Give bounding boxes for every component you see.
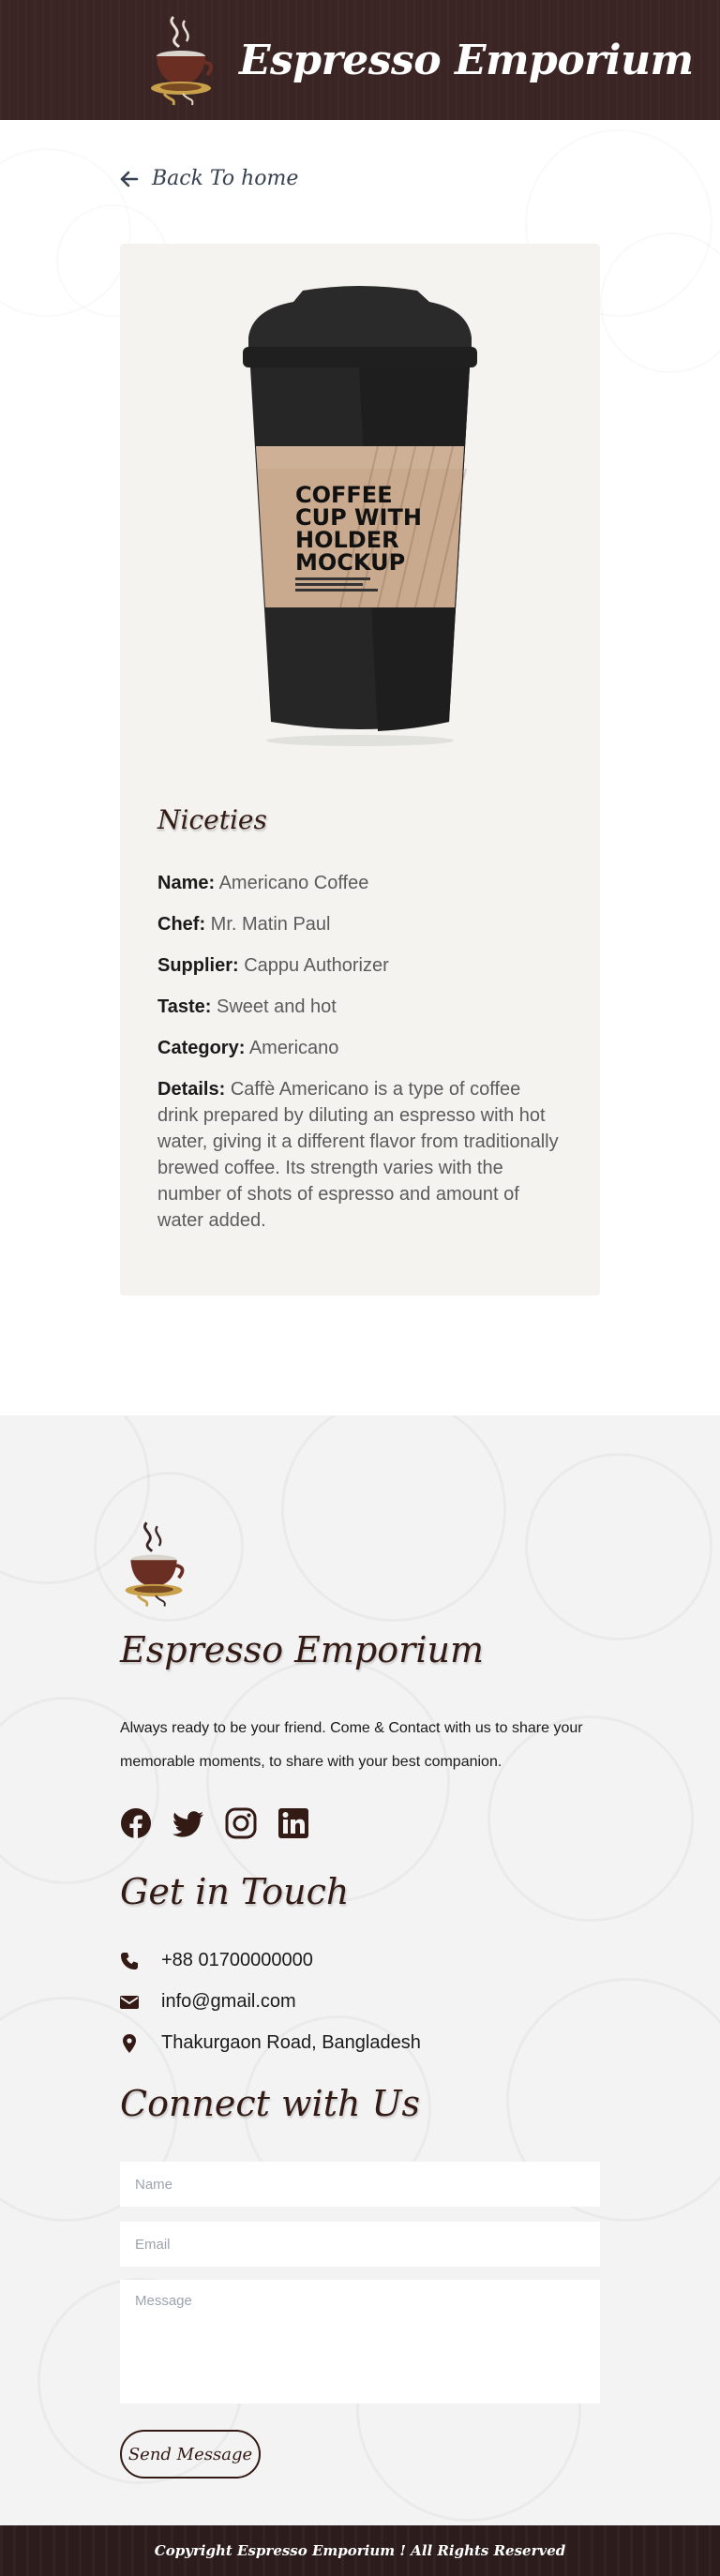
copyright-text: Copyright Espresso Emporium ! All Rights… (154, 2542, 566, 2559)
coffee-cup-logo (125, 1521, 185, 1607)
footer-description: Always ready to be your friend. Come & C… (120, 1720, 583, 1770)
detail-value: Sweet and hot (216, 996, 337, 1017)
location-pin-icon (123, 2033, 136, 2053)
contact-text: Thakurgaon Road, Bangladesh (161, 2032, 421, 2053)
linkedin-icon[interactable] (278, 1807, 309, 1839)
copyright-bar: Copyright Espresso Emporium ! All Rights… (0, 2525, 720, 2576)
detail-taste: Taste: Sweet and hot (158, 994, 564, 1020)
detail-description: Details: Caffè Americano is a type of co… (158, 1076, 564, 1234)
back-to-home-link[interactable]: Back To home (120, 167, 298, 190)
product-image: COFFEE CUP WITH HOLDER MOCKUP (243, 286, 477, 746)
detail-supplier: Supplier: Cappu Authorizer (158, 952, 564, 979)
footer-title: Espresso Emporium (120, 1629, 484, 1670)
twitter-icon[interactable] (172, 1807, 204, 1839)
mockup-text-line4: MOCKUP (295, 549, 405, 576)
detail-chef: Chef: Mr. Matin Paul (158, 911, 564, 937)
envelope-icon (120, 1995, 139, 2009)
email-input[interactable] (120, 2222, 600, 2267)
facebook-icon[interactable] (120, 1807, 152, 1839)
name-input[interactable] (120, 2162, 600, 2207)
brand[interactable]: Espresso Emporium (145, 13, 694, 107)
phone-icon (121, 1952, 138, 1969)
product-detail-card: COFFEE CUP WITH HOLDER MOCKUP Niceties N… (120, 244, 600, 1295)
arrow-left-icon (120, 171, 139, 187)
contact-text: info@gmail.com (161, 1991, 296, 2012)
instagram-icon[interactable] (225, 1807, 257, 1839)
detail-value: Americano Coffee (218, 873, 369, 893)
coffee-cup-logo (151, 15, 214, 106)
detail-label: Details: (158, 1079, 226, 1100)
back-label: Back To home (152, 167, 299, 190)
form-title: Connect with Us (120, 2083, 421, 2124)
detail-value: Americano (248, 1038, 339, 1058)
contact-title: Get in Touch (120, 1871, 350, 1912)
section-title: Niceties (158, 804, 267, 835)
contact-address: Thakurgaon Road, Bangladesh (120, 2032, 421, 2054)
detail-value: Caffè Americano is a type of coffee drin… (158, 1079, 559, 1231)
detail-label: Supplier: (158, 955, 239, 976)
social-links (120, 1807, 309, 1839)
contact-email[interactable]: info@gmail.com (120, 1991, 296, 2013)
detail-label: Taste: (158, 996, 212, 1017)
detail-label: Chef: (158, 914, 206, 935)
detail-label: Category: (158, 1038, 246, 1058)
site-header: Espresso Emporium (0, 0, 720, 120)
send-message-button[interactable]: Send Message (120, 2430, 261, 2479)
detail-name: Name: Americano Coffee (158, 870, 564, 896)
message-textarea[interactable] (120, 2280, 600, 2404)
detail-label: Name: (158, 873, 216, 893)
site-footer: Espresso Emporium Always ready to be you… (0, 1415, 720, 2525)
detail-category: Category: Americano (158, 1035, 564, 1061)
contact-text: +88 01700000000 (161, 1950, 313, 1970)
contact-phone[interactable]: +88 01700000000 (120, 1950, 313, 1971)
detail-value: Mr. Matin Paul (210, 914, 331, 935)
site-title: Espresso Emporium (239, 36, 694, 84)
detail-value: Cappu Authorizer (244, 955, 389, 976)
